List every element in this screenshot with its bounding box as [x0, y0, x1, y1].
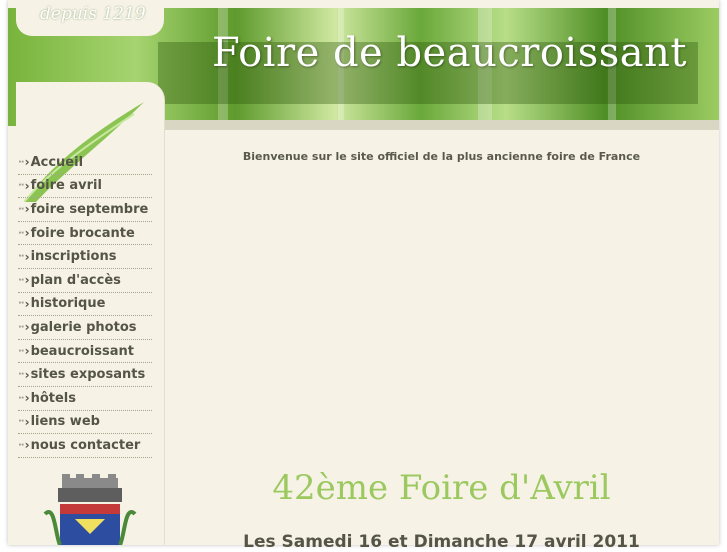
sidebar-item-label: foire avril — [30, 178, 102, 194]
chevron-right-icon: › — [24, 202, 30, 217]
sidebar-item-foire-septembre[interactable]: ·· › foire septembre — [18, 198, 152, 222]
chevron-right-icon: › — [24, 414, 30, 429]
sidebar-menu: ·· › Accueil ·· › foire avril ·· › foire septe… — [18, 151, 152, 458]
chevron-right-icon: › — [24, 178, 30, 193]
chevron-right-icon: › — [24, 155, 30, 170]
sidebar-item-hotels[interactable]: ·· › hôtels — [18, 387, 152, 411]
sidebar-item-plan-acces[interactable]: ·· › plan d'accès — [18, 269, 152, 293]
sidebar-item-label: nous contacter — [30, 437, 141, 453]
chevron-right-icon: › — [24, 367, 30, 382]
sidebar-item-label: Accueil — [30, 154, 84, 170]
header-divider — [164, 120, 719, 130]
sidebar-item-label: hôtels — [30, 390, 76, 406]
sidebar-item-label: sites exposants — [30, 367, 146, 383]
sidebar-item-historique[interactable]: ·· › historique — [18, 293, 152, 317]
sidebar-item-foire-avril[interactable]: ·· › foire avril — [18, 175, 152, 199]
sidebar-item-label: galerie photos — [30, 319, 137, 335]
sidebar-item-liens-web[interactable]: ·· › liens web — [18, 411, 152, 435]
town-crest-icon — [43, 474, 137, 545]
event-dates: Les Samedi 16 et Dimanche 17 avril 2011 — [243, 532, 640, 552]
sidebar-item-accueil[interactable]: ·· › Accueil — [18, 151, 152, 175]
site-title[interactable]: Foire de beaucroissant — [212, 30, 687, 76]
sidebar-item-label: inscriptions — [30, 249, 117, 265]
chevron-right-icon: › — [24, 344, 30, 359]
sidebar-item-label: liens web — [30, 414, 100, 430]
sidebar-item-beaucroissant[interactable]: ·· › beaucroissant — [18, 340, 152, 364]
sidebar-item-label: foire brocante — [30, 225, 135, 241]
sidebar-item-foire-brocante[interactable]: ·· › foire brocante — [18, 222, 152, 246]
chevron-right-icon: › — [24, 249, 30, 264]
chevron-right-icon: › — [24, 226, 30, 241]
chevron-right-icon: › — [24, 273, 30, 288]
sidebar-item-label: beaucroissant — [30, 343, 134, 359]
chevron-right-icon: › — [24, 438, 30, 453]
sidebar-item-nous-contacter[interactable]: ·· › nous contacter — [18, 434, 152, 458]
welcome-text: Bienvenue sur le site officiel de la plu… — [242, 150, 641, 163]
event-title: 42ème Foire d'Avril — [272, 468, 611, 508]
sidebar-item-label: foire septembre — [30, 201, 149, 217]
sidebar-item-label: plan d'accès — [30, 272, 121, 288]
sidebar-item-inscriptions[interactable]: ·· › inscriptions — [18, 245, 152, 269]
sidebar-item-sites-exposants[interactable]: ·· › sites exposants — [18, 363, 152, 387]
sidebar-item-galerie-photos[interactable]: ·· › galerie photos — [18, 316, 152, 340]
chevron-right-icon: › — [24, 320, 30, 335]
since-text: depuis 1219 — [40, 4, 146, 24]
sidebar-item-label: historique — [30, 296, 106, 312]
chevron-right-icon: › — [24, 391, 30, 406]
chevron-right-icon: › — [24, 296, 30, 311]
